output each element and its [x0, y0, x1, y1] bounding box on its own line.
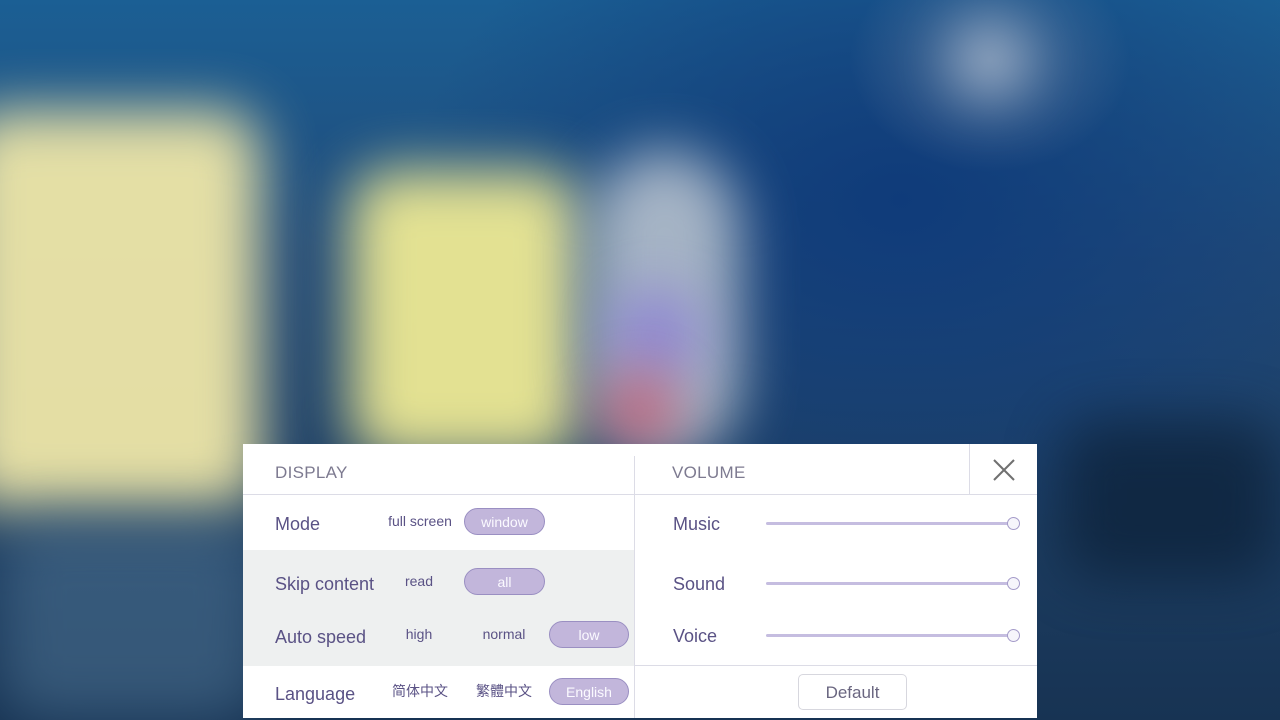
voice-volume-slider[interactable]: [766, 629, 1020, 643]
language-label: Language: [275, 684, 356, 704]
mode-window-option[interactable]: window: [464, 508, 545, 535]
background-light-center: [350, 170, 580, 460]
close-button[interactable]: [969, 444, 1037, 494]
voice-slider-handle[interactable]: [1007, 629, 1020, 642]
sound-slider-track: [766, 582, 1015, 585]
skip-content-label: Skip content: [275, 574, 375, 594]
background-character-skirt: [600, 370, 680, 450]
music-slider-handle[interactable]: [1007, 517, 1020, 530]
display-title: DISPLAY: [275, 463, 348, 482]
background-light-left: [0, 110, 260, 510]
background-moon: [950, 20, 1030, 100]
auto-speed-label: Auto speed: [275, 627, 367, 647]
volume-header: VOLUME: [635, 444, 1037, 495]
skip-all-option[interactable]: all: [464, 568, 545, 595]
music-slider-track: [766, 522, 1015, 525]
display-header: DISPLAY: [243, 444, 635, 495]
voice-label: Voice: [673, 626, 718, 646]
skip-read-option[interactable]: read: [388, 568, 450, 595]
speed-normal-option[interactable]: normal: [469, 621, 539, 648]
background-dark-object: [1060, 420, 1280, 580]
background-floor: [0, 520, 260, 720]
sound-volume-slider[interactable]: [766, 577, 1020, 591]
sound-slider-handle[interactable]: [1007, 577, 1020, 590]
close-icon: [993, 459, 1015, 481]
speed-high-option[interactable]: high: [388, 621, 450, 648]
music-volume-slider[interactable]: [766, 517, 1020, 531]
language-traditional-chinese-option[interactable]: 繁體中文: [469, 678, 539, 705]
voice-slider-track: [766, 634, 1015, 637]
language-simplified-chinese-option[interactable]: 简体中文: [385, 678, 455, 705]
language-english-option[interactable]: English: [549, 678, 629, 705]
speed-low-option[interactable]: low: [549, 621, 629, 648]
mode-label: Mode: [275, 514, 321, 534]
volume-title: VOLUME: [672, 463, 746, 482]
volume-bottom-divider: [635, 665, 1037, 666]
sound-label: Sound: [673, 574, 726, 594]
default-button[interactable]: Default: [798, 674, 907, 710]
display-section: DISPLAY Mode full screen window Skip con…: [243, 444, 635, 718]
background-character-ribbon: [610, 290, 700, 380]
music-label: Music: [673, 514, 721, 534]
settings-panel: DISPLAY Mode full screen window Skip con…: [243, 444, 1037, 718]
mode-fullscreen-option[interactable]: full screen: [383, 508, 457, 535]
